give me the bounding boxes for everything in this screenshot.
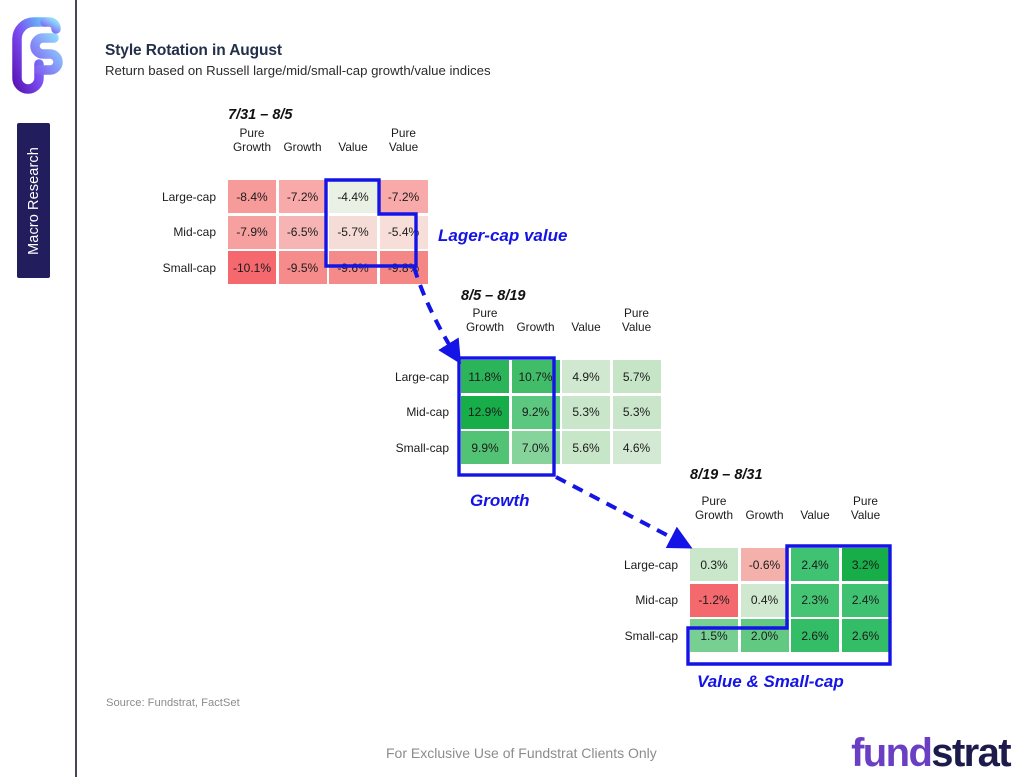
matrix-cell: -5.4% [379, 215, 428, 249]
column-header: Value [800, 507, 830, 522]
wordmark-fund: fund [851, 731, 933, 775]
row-header: Mid-cap [406, 405, 449, 419]
panel-title: 8/5 – 8/19 [461, 288, 526, 304]
matrix-cell: -10.1% [228, 251, 276, 284]
column-header: Pure Value [850, 494, 881, 522]
row-header: Large-cap [394, 369, 449, 384]
matrix-cell: -8.4% [228, 180, 276, 213]
rail-divider [75, 0, 77, 777]
column-header: Growth [516, 319, 555, 334]
matrix-cell: 9.2% [511, 395, 560, 429]
matrix-cell: 0.4% [740, 583, 789, 617]
matrix-cell: 7.0% [511, 431, 560, 464]
arrow-panel2-to-panel3 [555, 475, 693, 549]
matrix-cell: 5.7% [612, 360, 661, 393]
column-header: Growth [745, 507, 784, 522]
source-note: Source: Fundstrat, FactSet [106, 697, 240, 709]
matrix-cell: 2.3% [791, 583, 839, 617]
matrix-cell: -7.2% [379, 180, 428, 213]
row-header: Mid-cap [635, 593, 678, 607]
callout-larger-cap-value: Lager-cap value [438, 226, 568, 245]
column-header: Value [571, 319, 601, 334]
matrix-cell: 11.8% [461, 360, 509, 393]
matrix-cell: 2.6% [791, 619, 839, 652]
matrix-cell: 12.9% [461, 395, 509, 429]
matrix-cell: 1.5% [690, 619, 738, 652]
panel-title: 8/19 – 8/31 [690, 467, 763, 483]
matrix-cell: 2.0% [740, 619, 789, 652]
column-header: Pure Value [621, 306, 652, 334]
matrix-cell: -6.5% [278, 215, 327, 249]
matrix-cell: 9.9% [461, 431, 509, 464]
client-disclaimer: For Exclusive Use of Fundstrat Clients O… [386, 745, 657, 761]
matrix-cell: 10.7% [511, 360, 560, 393]
panel-title: 7/31 – 8/5 [228, 107, 293, 123]
row-header: Small-cap [162, 260, 216, 275]
matrix-cell: 0.3% [690, 548, 738, 581]
matrix-cell: -9.6% [329, 251, 377, 284]
matrix-cell: -0.6% [740, 548, 789, 581]
matrix-cell: 5.3% [612, 395, 661, 429]
callout-growth: Growth [470, 491, 530, 510]
column-header: Pure Growth [465, 306, 505, 334]
matrix-cell: 2.4% [791, 548, 839, 581]
sidebar-tab-macro-research[interactable]: Macro Research [17, 123, 50, 278]
matrix-cell: -7.9% [228, 215, 276, 249]
matrix-cell: 4.6% [612, 431, 661, 464]
matrix-cell: -5.7% [329, 215, 377, 249]
matrix-cell: -7.2% [278, 180, 327, 213]
matrix-cell: -9.5% [278, 251, 327, 284]
row-header: Mid-cap [173, 225, 216, 239]
callout-value-small-cap: Value & Small-cap [697, 672, 844, 691]
column-header: Growth [283, 139, 322, 154]
matrix-cell: 4.9% [562, 360, 610, 393]
matrix-cell: 3.2% [841, 548, 890, 581]
column-header: Value [338, 139, 368, 154]
matrix-cell: 5.3% [562, 395, 610, 429]
column-header: Pure Growth [232, 126, 272, 154]
matrix-cell: 2.6% [841, 619, 890, 652]
row-header: Large-cap [161, 189, 216, 204]
wordmark-strat: strat [931, 731, 1011, 775]
matrix-cell: 2.4% [841, 583, 890, 617]
matrix-cell: -1.2% [690, 583, 738, 617]
page-subtitle: Return based on Russell large/mid/small-… [105, 63, 491, 78]
column-header: Pure Value [388, 126, 419, 154]
row-header: Small-cap [395, 440, 449, 455]
matrix-cell: 5.6% [562, 431, 610, 464]
fundstrat-wordmark: fundstrat [851, 731, 1012, 775]
matrix-cell: -9.8% [379, 251, 428, 284]
fundstrat-fs-monogram-icon [12, 16, 64, 94]
page-title: Style Rotation in August [105, 42, 282, 59]
row-header: Large-cap [623, 557, 678, 572]
row-header: Small-cap [624, 628, 678, 643]
sidebar-tab-label: Macro Research [25, 146, 42, 255]
slide-canvas: Macro Research Style Rotation in August … [0, 0, 1024, 777]
matrix-cell: -4.4% [329, 180, 377, 213]
column-header: Pure Growth [694, 494, 734, 522]
